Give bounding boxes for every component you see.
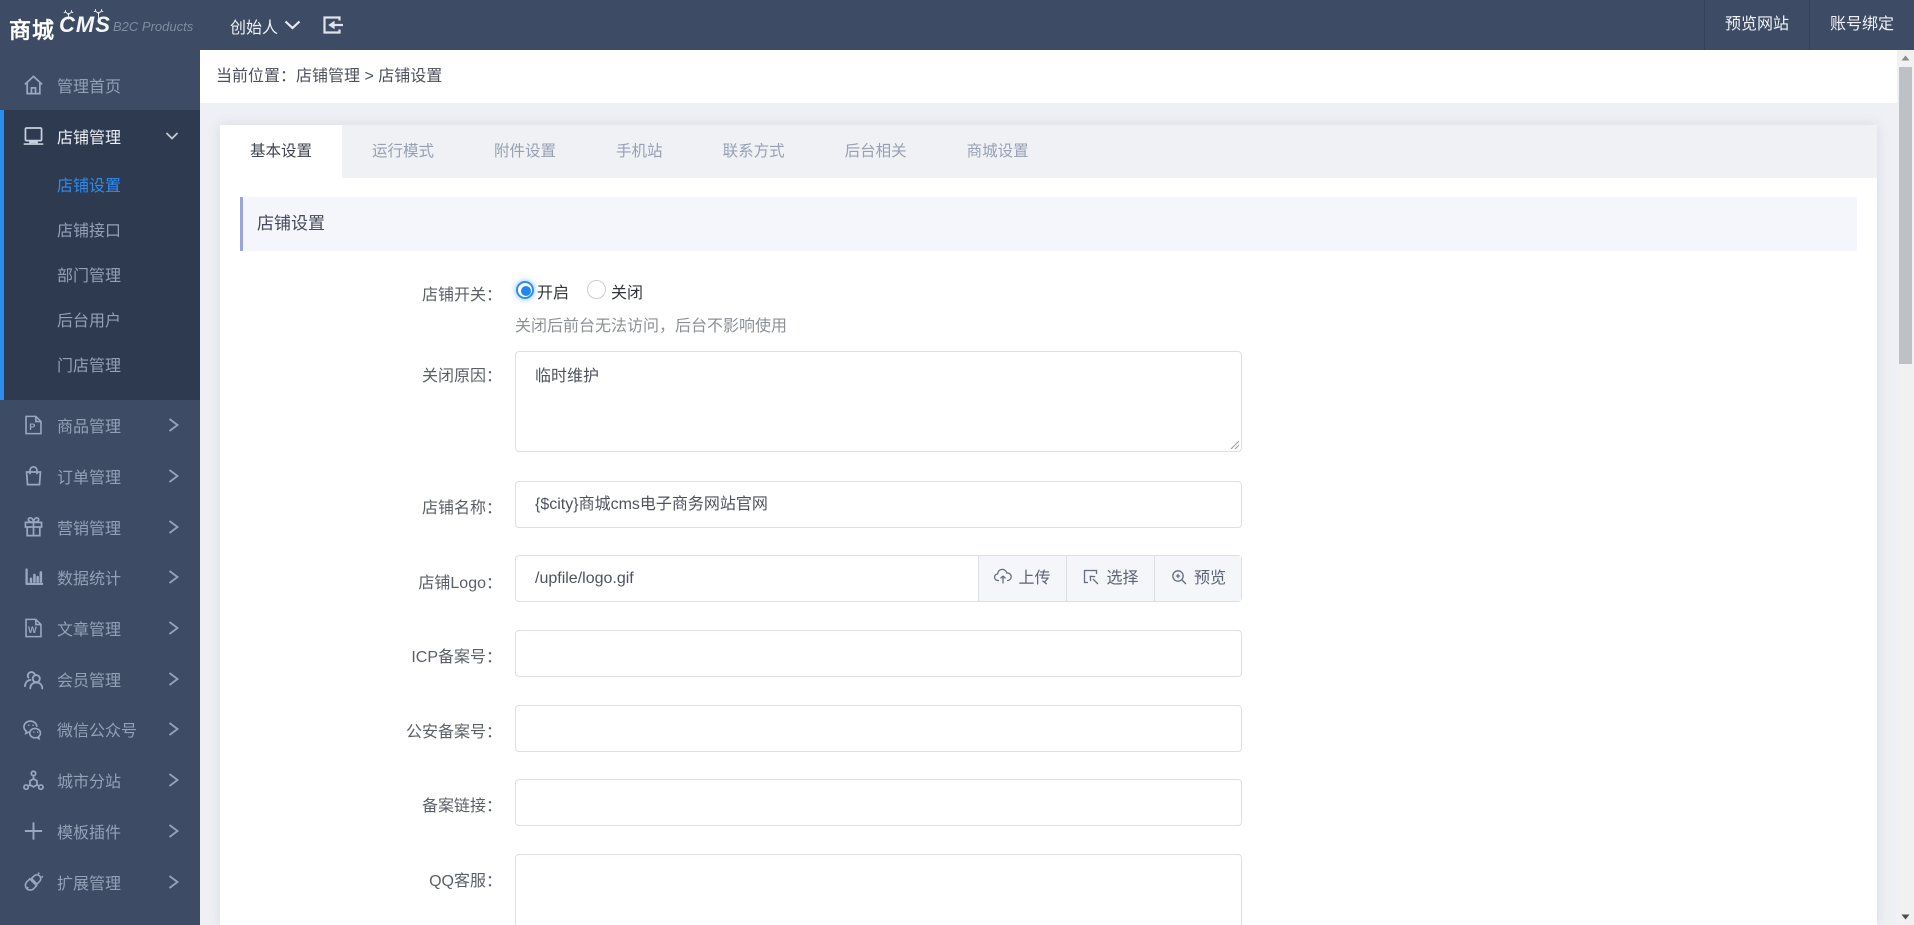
svg-text:W: W xyxy=(28,625,37,635)
svg-text:P: P xyxy=(29,423,35,433)
